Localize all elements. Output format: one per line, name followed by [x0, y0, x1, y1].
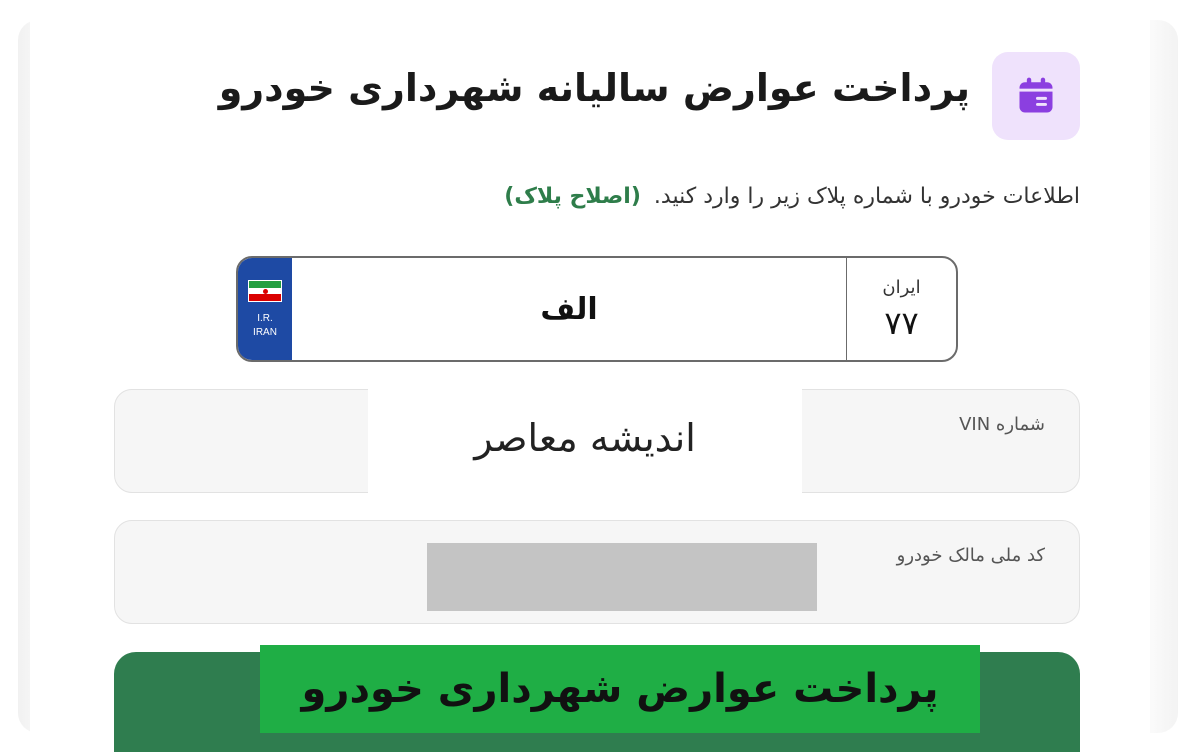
card-right-edge — [1148, 20, 1178, 733]
owner-national-id-label: کد ملی مالک خودرو — [896, 545, 1045, 566]
calendar-icon — [1019, 77, 1053, 113]
plate-region-code: ۷۷ — [884, 303, 919, 342]
plate-ir-line1: I.R. — [257, 313, 273, 324]
intro-text: اطلاعات خودرو با شماره پلاک زیر را وارد … — [653, 184, 1080, 209]
page-title: پرداخت عوارض سالیانه شهرداری خودرو — [218, 66, 970, 110]
plate-country-label: ایران — [882, 276, 921, 298]
plate-number[interactable]: الف — [292, 258, 846, 360]
redaction-block — [427, 543, 817, 611]
plate-ir-text: I.R. IRAN — [253, 312, 277, 340]
vin-label: شماره VIN — [959, 414, 1045, 435]
intro-text-row: اطلاعات خودرو با شماره پلاک زیر را وارد … — [180, 184, 1080, 209]
license-plate[interactable]: I.R. IRAN الف ایران ۷۷ — [236, 256, 958, 362]
plate-ir-line2: IRAN — [253, 327, 277, 338]
header-icon-container — [992, 52, 1080, 140]
plate-country-strip: I.R. IRAN — [238, 258, 292, 360]
title-banner-overlay: پرداخت عوارض شهرداری خودرو — [260, 645, 980, 733]
form-card — [30, 0, 1150, 740]
plate-letter: الف — [540, 291, 598, 327]
edit-plate-link[interactable]: (اصلاح پلاک) — [504, 184, 641, 209]
iran-flag-icon — [248, 280, 282, 302]
plate-region: ایران ۷۷ — [846, 258, 956, 360]
watermark-overlay: اندیشه معاصر — [368, 382, 802, 494]
